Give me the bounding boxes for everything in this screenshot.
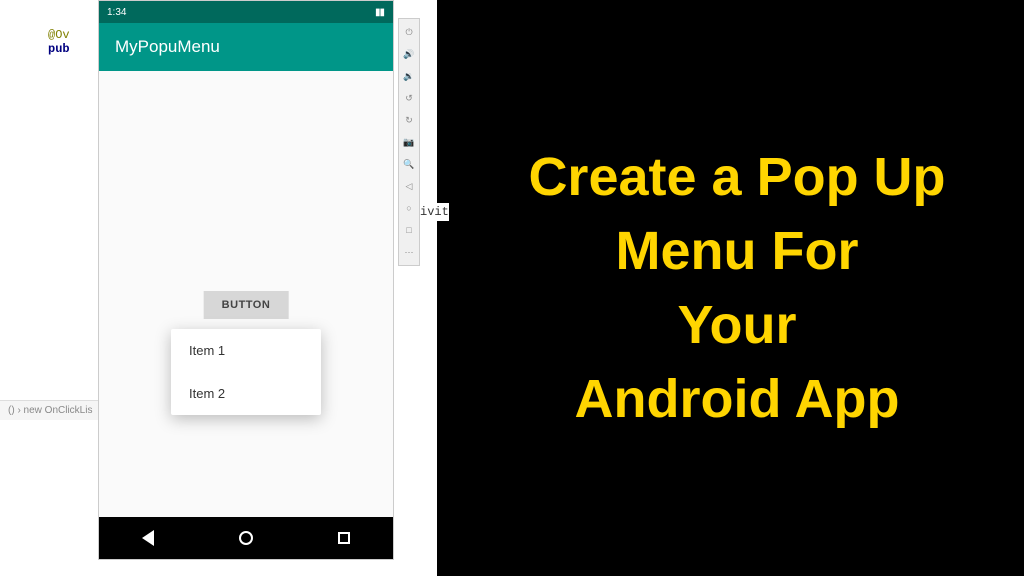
code-snippet: @Ov pub [48,28,70,56]
popup-menu: Item 1 Item 2 [171,329,321,415]
rotate-left-icon[interactable]: ↺ [404,93,414,103]
title-line-4: Android App [575,368,900,430]
title-text: Create a Pop Up Menu For Your Android Ap… [450,0,1024,576]
power-icon[interactable]: ⏻ [404,27,414,37]
status-bar: 1:34 [99,1,393,23]
zoom-icon[interactable]: 🔍 [404,159,414,169]
app-bar: MyPopuMenu [99,23,393,71]
android-emulator: 1:34 MyPopuMenu BUTTON Item 1 Item 2 [98,0,394,560]
back-icon[interactable]: ◁ [404,181,414,191]
code-text-fragment: ivit [420,203,449,221]
overview-icon[interactable]: □ [404,225,414,235]
more-icon[interactable]: ⋯ [404,247,414,257]
popup-item-2[interactable]: Item 2 [171,372,321,415]
main-button[interactable]: BUTTON [204,291,289,319]
title-line-3: Your [678,294,797,356]
camera-icon[interactable]: 📷 [404,137,414,147]
nav-back-button[interactable] [139,529,157,547]
title-line-1: Create a Pop Up [528,146,945,208]
nav-recent-button[interactable] [335,529,353,547]
rotate-right-icon[interactable]: ↻ [404,115,414,125]
emulator-controls: ⏻ 🔊 🔉 ↺ ↻ 📷 🔍 ◁ ○ □ ⋯ [398,18,420,266]
code-annotation: @Ov [48,28,70,42]
volume-down-icon[interactable]: 🔉 [404,71,414,81]
signal-icon [375,7,385,17]
status-time: 1:34 [107,7,126,18]
nav-bar [99,517,393,559]
screen-content[interactable]: BUTTON Item 1 Item 2 [99,71,393,517]
left-area: @Ov pub () › new OnClickLis ivit 1:34 My… [0,0,450,576]
nav-home-button[interactable] [237,529,255,547]
volume-up-icon[interactable]: 🔊 [404,49,414,59]
title-line-2: Menu For [616,220,859,282]
home-icon[interactable]: ○ [404,203,414,213]
status-icons [375,7,385,17]
code-keyword: pub [48,42,70,56]
popup-item-1[interactable]: Item 1 [171,329,321,372]
app-title: MyPopuMenu [115,37,220,57]
